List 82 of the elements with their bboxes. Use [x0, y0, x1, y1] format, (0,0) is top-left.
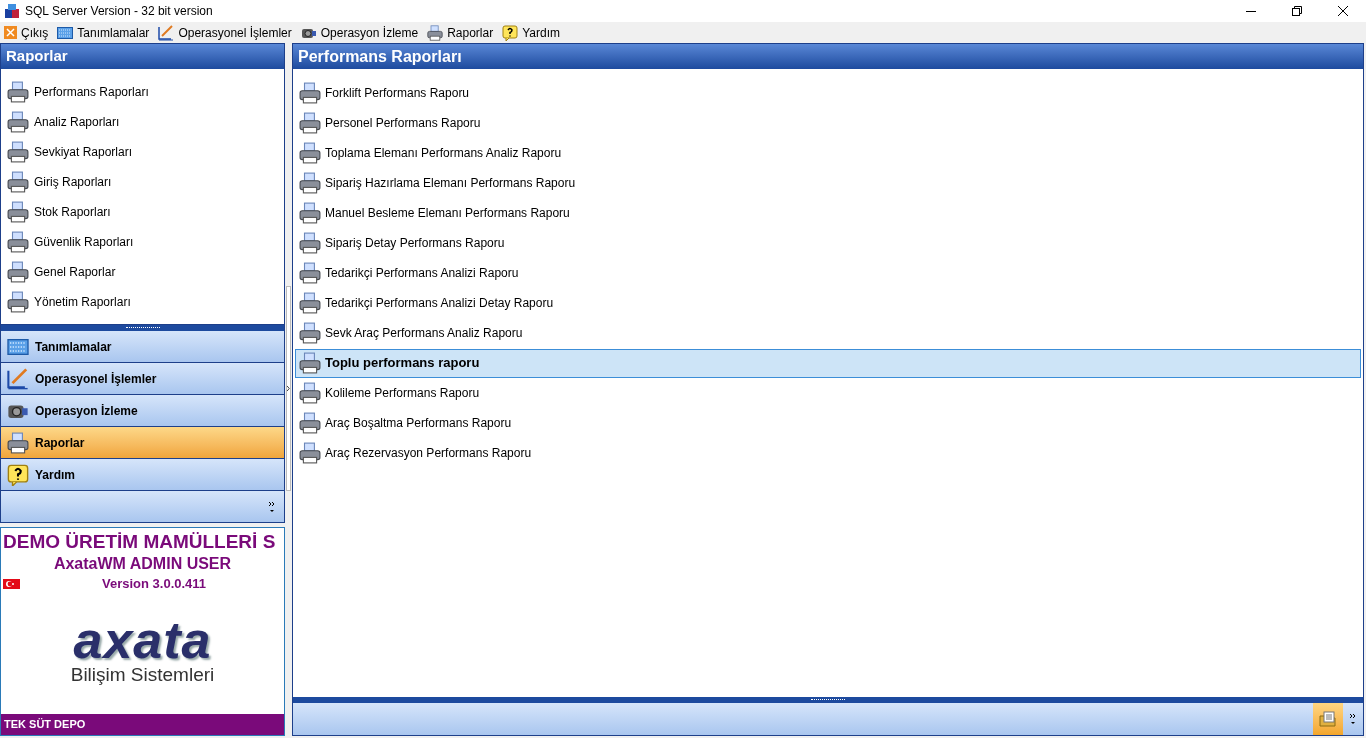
warehouse-label: TEK SÜT DEPO: [1, 714, 284, 735]
printer-icon: [7, 291, 29, 313]
printer-icon: [7, 141, 29, 163]
company-name: DEMO ÜRETİM MAMÜLLERİ S: [2, 530, 277, 554]
printer-icon: [299, 232, 321, 254]
printer-icon: [427, 24, 444, 41]
version-label: Version 3.0.0.411: [102, 575, 207, 593]
printer-icon: [299, 262, 321, 284]
panel-header: Raporlar: [1, 44, 284, 69]
keyboard-icon: [57, 26, 74, 39]
printer-icon: [299, 112, 321, 134]
report-item[interactable]: Tedarikçi Performans Analizi Raporu: [295, 258, 519, 288]
report-item[interactable]: Sipariş Hazırlama Elemanı Performans Raporu: [295, 168, 576, 198]
printer-icon: [299, 352, 321, 374]
report-category-item[interactable]: Giriş Raporları: [1, 167, 112, 197]
printer-icon: [299, 142, 321, 164]
menu-item[interactable]: Operasyonel İşlemler: [158, 23, 292, 42]
report-item[interactable]: Araç Boşaltma Performans Raporu: [295, 408, 512, 438]
printer-icon: [7, 81, 29, 103]
window-title: SQL Server Version - 32 bit version: [25, 3, 213, 20]
open-document-button[interactable]: [1313, 703, 1343, 735]
logo-subtitle: Bilişim Sistemleri: [70, 663, 215, 686]
chevron-icon[interactable]: [1349, 713, 1357, 725]
printer-icon: [299, 442, 321, 464]
nav-section-button[interactable]: Yardım: [1, 459, 284, 491]
nav-section-button[interactable]: Raporlar: [1, 427, 284, 459]
printer-icon: [7, 111, 29, 133]
user-name: AxataWM ADMIN USER: [52, 554, 233, 574]
printer-icon: [7, 231, 29, 253]
printer-icon: [7, 171, 29, 193]
report-category-item[interactable]: Performans Raporları: [1, 77, 149, 107]
report-item[interactable]: Kolileme Performans Raporu: [295, 378, 480, 408]
printer-icon: [7, 201, 29, 223]
report-item[interactable]: Araç Rezervasyon Performans Raporu: [295, 438, 532, 468]
nav-section-button[interactable]: Operasyonel İşlemler: [1, 363, 284, 395]
help-icon: [7, 463, 29, 486]
splitter-grip[interactable]: [1, 325, 284, 331]
keyboard-icon: [7, 338, 29, 355]
printer-icon: [299, 172, 321, 194]
exit-icon: [4, 26, 17, 39]
help-icon: [502, 24, 519, 41]
menu-item[interactable]: Operasyon İzleme: [300, 23, 419, 42]
ruler-pencil-icon: [158, 24, 175, 41]
minimize-icon: [1246, 10, 1256, 12]
printer-icon: [299, 412, 321, 434]
report-item[interactable]: Sevk Araç Performans Analiz Raporu: [295, 318, 523, 348]
restore-icon: [1292, 6, 1302, 16]
printer-icon: [7, 431, 29, 454]
menu-item[interactable]: Raporlar: [427, 23, 494, 42]
menu-item[interactable]: Çıkış: [4, 23, 49, 42]
flag-icon: [3, 578, 20, 589]
report-item[interactable]: Tedarikçi Performans Analizi Detay Raporu: [295, 288, 554, 318]
report-category-item[interactable]: Stok Raporları: [1, 197, 111, 227]
close-icon: [1338, 6, 1348, 16]
printer-icon: [299, 202, 321, 224]
report-item[interactable]: Sipariş Detay Performans Raporu: [295, 228, 505, 258]
report-item[interactable]: Toplu performans raporu: [295, 348, 1361, 378]
panel-header: Performans Raporları: [293, 44, 1363, 69]
report-category-item[interactable]: Yönetim Raporları: [1, 287, 131, 317]
nav-section-button[interactable]: Operasyon İzleme: [1, 395, 284, 427]
nav-section-button[interactable]: Tanımlamalar: [1, 331, 284, 363]
printer-icon: [299, 292, 321, 314]
report-category-item[interactable]: Genel Raporlar: [1, 257, 116, 287]
ruler-pencil-icon: [7, 367, 29, 390]
printer-icon: [299, 382, 321, 404]
app-icon: [4, 3, 20, 19]
report-item[interactable]: Personel Performans Raporu: [295, 108, 481, 138]
menu-item[interactable]: Yardım: [502, 23, 560, 42]
folder-document-icon: [1319, 711, 1337, 727]
report-category-item[interactable]: Sevkiyat Raporları: [1, 137, 133, 167]
report-item[interactable]: Manuel Besleme Elemanı Performans Raporu: [295, 198, 570, 228]
logo: axata: [73, 615, 212, 664]
chevron-icon[interactable]: [268, 500, 276, 513]
report-item[interactable]: Toplama Elemanı Performans Analiz Raporu: [295, 138, 562, 168]
printer-icon: [299, 82, 321, 104]
menu-item[interactable]: Tanımlamalar: [57, 23, 150, 42]
report-category-item[interactable]: Güvenlik Raporları: [1, 227, 134, 257]
report-category-item[interactable]: Analiz Raporları: [1, 107, 120, 137]
report-item[interactable]: Forklift Performans Raporu: [295, 78, 470, 108]
printer-icon: [7, 261, 29, 283]
splitter-grip[interactable]: [293, 697, 1363, 703]
printer-icon: [299, 322, 321, 344]
